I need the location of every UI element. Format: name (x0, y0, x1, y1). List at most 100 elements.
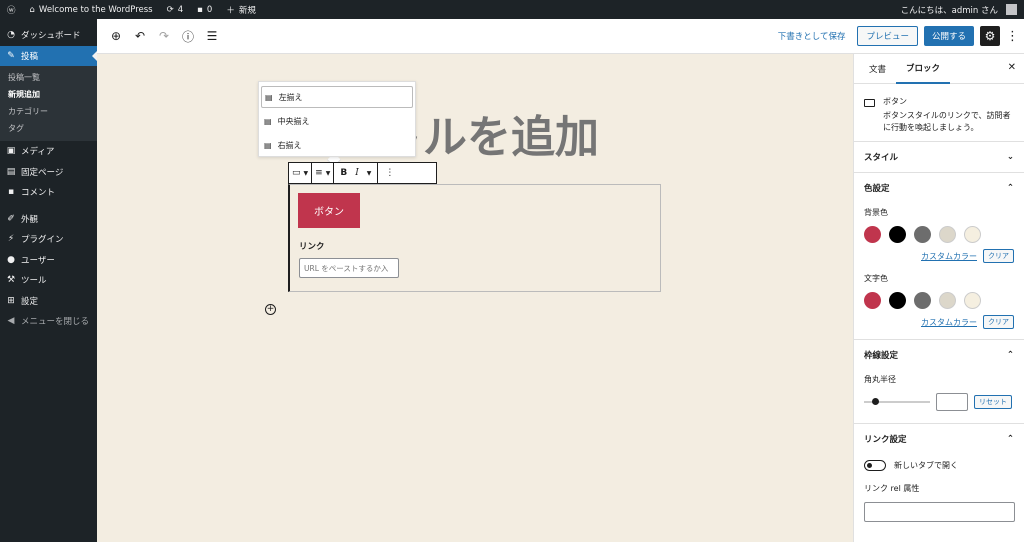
publish-button[interactable]: 公開する (923, 26, 974, 46)
alignment-control[interactable]: ≡ ▼ (312, 163, 335, 183)
reset-button[interactable]: リセット (974, 395, 1012, 409)
settings-icon: ⊞ (7, 295, 15, 306)
border-panel-toggle[interactable]: 枠線設定 ⌃ (864, 340, 1014, 370)
bold-icon[interactable]: B (340, 168, 347, 178)
custom-color-link[interactable]: カスタムカラー (921, 251, 977, 262)
align-left-option[interactable]: ▤ 左揃え (261, 86, 413, 108)
radius-label: 角丸半径 (864, 375, 896, 384)
align-left-icon: ▤ (265, 92, 273, 102)
submenu-categories[interactable]: カテゴリー (0, 103, 97, 120)
sidebar-item-comments[interactable]: ▪ コメント (0, 182, 97, 203)
color-swatch[interactable] (964, 292, 981, 309)
block-more-options-icon[interactable]: ⋮ (378, 163, 401, 183)
color-swatch[interactable] (889, 292, 906, 309)
gear-icon[interactable]: ⚙ (980, 26, 1000, 46)
chevron-up-icon: ⌃ (1006, 350, 1014, 360)
new-tab-toggle[interactable] (864, 460, 886, 471)
link-panel-toggle[interactable]: リンク設定 ⌃ (864, 424, 1014, 454)
alignment-dropdown: ▤ 左揃え ▤ 中央揃え ▤ 右揃え (258, 81, 416, 157)
sidebar-item-pages[interactable]: ▤ 固定ページ (0, 162, 97, 183)
styles-panel: スタイル ⌄ (854, 142, 1024, 173)
plus-icon: ＋ (226, 5, 235, 16)
color-swatch[interactable] (889, 226, 906, 243)
clear-button[interactable]: クリア (983, 315, 1014, 329)
preview-button[interactable]: プレビュー (857, 26, 918, 46)
admin-sidebar: ◔ ダッシュボード ✎ 投稿 投稿一覧 新規追加 カテゴリー タグ ▣ メディア… (0, 19, 97, 542)
align-right-icon: ▤ (264, 140, 272, 150)
updates-link[interactable]: ⟳ 4 (160, 0, 191, 19)
color-panel-toggle[interactable]: 色設定 ⌃ (864, 173, 1014, 203)
clear-button[interactable]: クリア (983, 249, 1014, 263)
custom-color-link[interactable]: カスタムカラー (921, 317, 977, 328)
close-icon[interactable]: ✕ (1008, 62, 1016, 73)
tab-block[interactable]: ブロック (896, 54, 951, 84)
button-block[interactable]: ボタン リンク (288, 184, 661, 292)
sidebar-item-tools[interactable]: ⚒ ツール (0, 270, 97, 291)
sidebar-item-posts[interactable]: ✎ 投稿 (0, 45, 97, 66)
comment-icon: ▪ (7, 187, 15, 198)
block-type-switcher[interactable]: ▭ ▼ (289, 163, 313, 183)
inspector-tabs: 文書 ブロック ✕ (854, 54, 1024, 84)
link-panel: リンク設定 ⌃ 新しいタブで開く リンク rel 属性 (854, 424, 1024, 522)
rel-input[interactable] (864, 502, 1015, 522)
add-block-inline-icon[interactable]: + (265, 304, 276, 315)
collapse-arrow-icon: ◀ (7, 316, 15, 327)
submenu-all-posts[interactable]: 投稿一覧 (0, 69, 97, 86)
tab-document[interactable]: 文書 (859, 54, 896, 84)
radius-slider[interactable] (864, 398, 930, 405)
text-palette-actions: カスタムカラー クリア (864, 315, 1014, 329)
submenu-tags[interactable]: タグ (0, 120, 97, 137)
color-swatch[interactable] (964, 226, 981, 243)
block-card: ボタン ボタンスタイルのリンクで、訪問者に行動を喚起しましょう。 (854, 84, 1024, 142)
site-name-link[interactable]: ⌂ Welcome to the WordPress (23, 0, 160, 19)
align-center-option[interactable]: ▤ 中央揃え (259, 110, 415, 132)
new-tab-row: 新しいタブで開く (864, 460, 1014, 471)
slider-handle[interactable] (872, 398, 879, 405)
chevron-up-icon: ⌃ (1006, 183, 1014, 193)
add-block-icon[interactable]: ⊕ (105, 25, 127, 47)
sidebar-item-dashboard[interactable]: ◔ ダッシュボード (0, 25, 97, 46)
color-swatch[interactable] (914, 226, 931, 243)
comments-link[interactable]: ▪ 0 (190, 0, 219, 19)
background-palette-actions: カスタムカラー クリア (864, 249, 1014, 263)
my-account-link[interactable]: こんにちは、admin さん (894, 0, 1024, 19)
submenu-add-new[interactable]: 新規追加 (0, 86, 97, 103)
styles-panel-toggle[interactable]: スタイル ⌄ (864, 142, 1014, 172)
page-icon: ▤ (6, 166, 16, 177)
collapse-menu-button[interactable]: ◀ メニューを閉じる (0, 311, 97, 332)
sidebar-item-users[interactable]: ● ユーザー (0, 250, 97, 271)
more-formats-icon[interactable]: ▼ (367, 170, 372, 177)
sidebar-item-appearance[interactable]: ✐ 外観 (0, 209, 97, 230)
admin-bar: ⓦ ⌂ Welcome to the WordPress ⟳ 4 ▪ 0 ＋ 新… (0, 0, 1024, 19)
sidebar-item-plugins[interactable]: ⚡ プラグイン (0, 229, 97, 250)
align-right-option[interactable]: ▤ 右揃え (259, 134, 415, 156)
radius-number-input[interactable] (936, 393, 968, 411)
text-color-label: 文字色 (864, 274, 888, 283)
home-icon: ⌂ (29, 4, 35, 15)
brush-icon: ✐ (7, 213, 15, 224)
sidebar-item-media[interactable]: ▣ メディア (0, 141, 97, 162)
color-swatch[interactable] (914, 292, 931, 309)
undo-icon[interactable]: ↶ (129, 25, 151, 47)
dashboard-icon: ◔ (7, 30, 15, 41)
button-element[interactable]: ボタン (298, 193, 360, 228)
url-input[interactable] (299, 258, 399, 278)
more-options-icon[interactable]: ⋮ (1006, 29, 1019, 44)
save-draft-button[interactable]: 下書きとして保存 (772, 30, 852, 42)
editor-canvas: トルを追加 ▤ 左揃え ▤ 中央揃え ▤ 右揃え ▭ ▼ ≡ ▼ B I ▼ ⋮ (97, 54, 853, 542)
color-swatch[interactable] (939, 226, 956, 243)
color-swatch[interactable] (864, 226, 881, 243)
new-content-link[interactable]: ＋ 新規 (219, 0, 263, 19)
color-swatch[interactable] (939, 292, 956, 309)
pin-icon: ✎ (7, 50, 15, 61)
sidebar-item-settings[interactable]: ⊞ 設定 (0, 291, 97, 312)
redo-icon[interactable]: ↷ (153, 25, 175, 47)
italic-icon[interactable]: I (355, 168, 359, 178)
caret-down-icon: ▼ (303, 169, 309, 177)
rel-label: リンク rel 属性 (864, 484, 920, 493)
wp-logo-icon[interactable]: ⓦ (0, 0, 23, 19)
block-toolbar: ▭ ▼ ≡ ▼ B I ▼ ⋮ (288, 162, 437, 184)
color-swatch[interactable] (864, 292, 881, 309)
outline-icon[interactable]: ☰ (201, 25, 223, 47)
info-icon[interactable]: ⓘ (177, 25, 199, 47)
